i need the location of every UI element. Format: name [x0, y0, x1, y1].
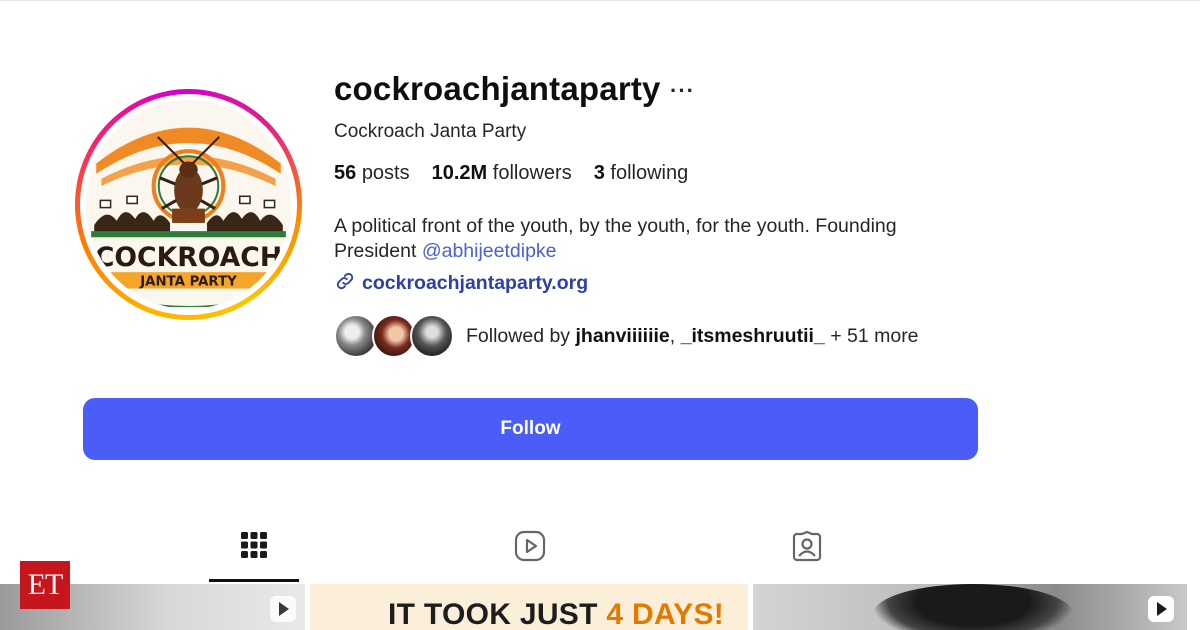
reels-icon — [514, 530, 546, 582]
follower-avatar — [410, 314, 454, 358]
followed-by-user[interactable]: _itsmeshruutii_ — [681, 325, 825, 347]
followed-by-separator: , — [669, 324, 676, 347]
post-thumbnail[interactable] — [753, 584, 1187, 630]
followed-by-prefix: Followed by — [466, 324, 571, 347]
top-divider — [0, 0, 1200, 1]
post-image-subject — [873, 584, 1073, 630]
following-label: following — [610, 162, 689, 184]
followed-by-text: Followed by jhanviiiiiie, _itsmeshruutii… — [466, 325, 919, 348]
reel-badge-icon — [270, 596, 296, 622]
followed-by-user[interactable]: jhanviiiiiie — [575, 325, 669, 347]
followers-label: followers — [492, 162, 572, 184]
post-thumbnail[interactable]: IT TOOK JUST 4 DAYS! — [310, 584, 748, 630]
et-logo-badge: ET — [20, 561, 70, 609]
post-caption-text: IT TOOK JUST 4 DAYS! — [388, 598, 724, 630]
bio-text: A political front of the youth, by the y… — [334, 215, 897, 262]
following-count: 3 — [593, 162, 605, 184]
tab-posts[interactable] — [209, 530, 299, 582]
posts-label: posts — [361, 162, 410, 184]
profile-full-name: Cockroach Janta Party — [334, 121, 527, 142]
following-stat[interactable]: 3 following — [594, 162, 689, 185]
tab-reels[interactable] — [485, 530, 575, 582]
active-tab-indicator — [209, 579, 299, 582]
followers-count: 10.2M — [431, 162, 488, 184]
reel-badge-icon — [1148, 596, 1174, 622]
posts-stat[interactable]: 56 posts — [334, 162, 410, 185]
profile-stats: 56 posts 10.2M followers 3 following — [334, 162, 688, 185]
bio-mention-link[interactable]: @abhijeetdipke — [422, 240, 557, 262]
website-link[interactable]: cockroachjantaparty.org — [334, 270, 588, 297]
post-caption-highlight: 4 DAYS! — [606, 598, 725, 630]
logo-text-sub: JANTA PARTY — [139, 274, 237, 289]
follow-button[interactable]: Follow — [83, 398, 978, 460]
party-logo: COCKROACH JANTA PARTY — [86, 100, 291, 309]
grid-icon — [239, 530, 269, 582]
profile-username: cockroachjantaparty — [334, 70, 661, 107]
party-logo-graphic: COCKROACH JANTA PARTY — [86, 102, 291, 307]
posts-count: 56 — [334, 162, 357, 184]
more-options-icon[interactable]: ··· — [670, 78, 695, 104]
followed-by[interactable]: Followed by jhanviiiiiie, _itsmeshruutii… — [334, 314, 919, 358]
profile-bio: A political front of the youth, by the y… — [334, 214, 974, 264]
logo-text-main: COCKROACH — [95, 242, 282, 273]
followed-by-more: + 51 more — [830, 324, 919, 347]
profile-avatar[interactable]: COCKROACH JANTA PARTY — [75, 89, 302, 320]
tagged-icon — [791, 530, 823, 582]
post-caption-main: IT TOOK JUST — [388, 598, 598, 630]
followers-stat[interactable]: 10.2M followers — [432, 162, 572, 185]
website-link-text: cockroachjantaparty.org — [362, 272, 589, 294]
link-icon — [334, 270, 356, 297]
tab-tagged[interactable] — [762, 530, 852, 582]
